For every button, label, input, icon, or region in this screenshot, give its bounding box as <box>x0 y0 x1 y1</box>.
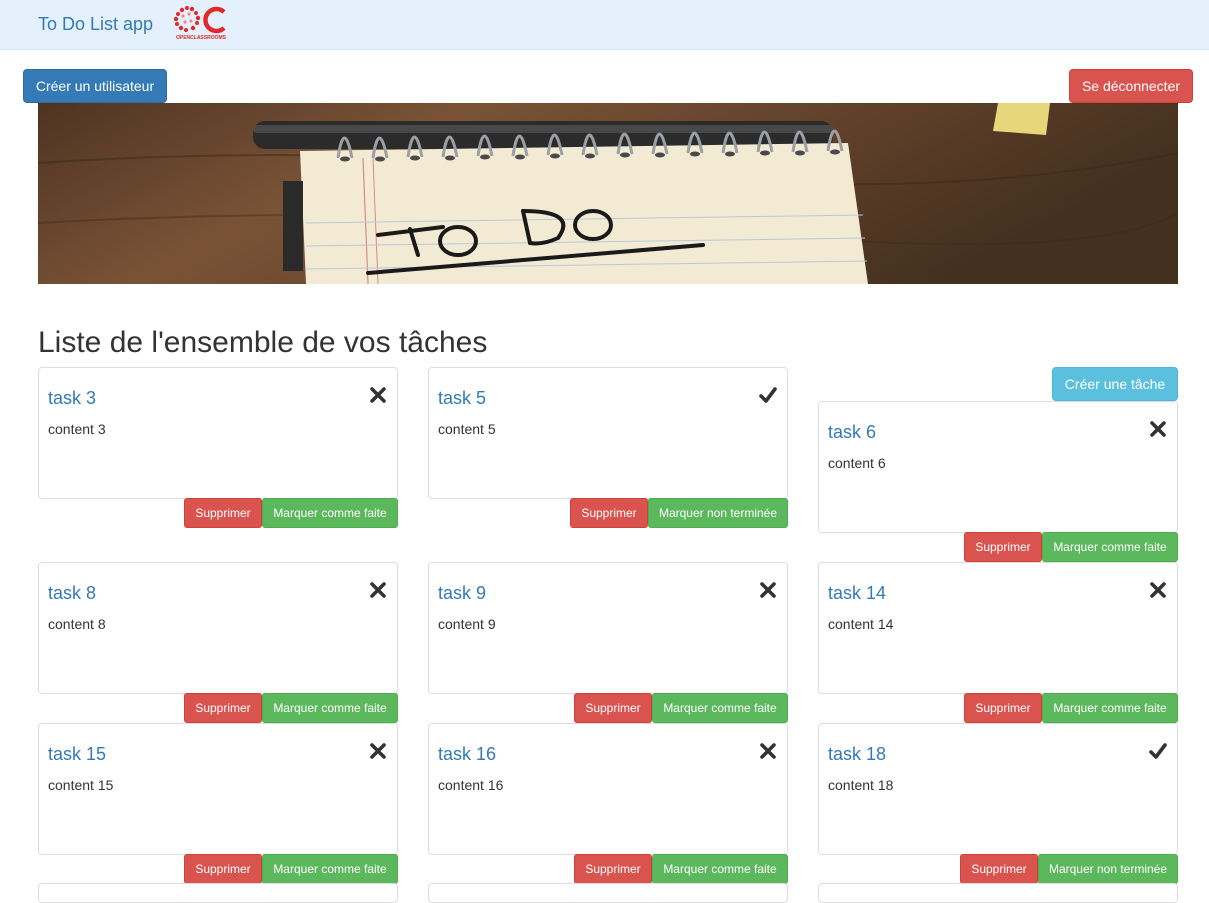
todo-notepad-illustration <box>38 103 1178 284</box>
task-content: content 6 <box>828 455 886 471</box>
task-content: content 18 <box>828 777 894 793</box>
create-task-button[interactable]: Créer une tâche <box>1052 367 1178 401</box>
delete-task-button[interactable]: Supprimer <box>184 854 262 884</box>
task-content: content 5 <box>438 421 496 437</box>
svg-text:OPENCLASSROOMS: OPENCLASSROOMS <box>176 35 227 41</box>
toggle-task-button[interactable]: Marquer comme faite <box>652 854 788 884</box>
task-title-link[interactable]: task 15 <box>48 744 106 765</box>
task-card: task 6 content 6 <box>818 401 1178 533</box>
not-done-x-icon <box>760 582 776 598</box>
logout-button[interactable]: Se déconnecter <box>1069 69 1193 103</box>
task-card: task 9 content 9 <box>428 562 788 694</box>
task-title-link[interactable]: task 8 <box>48 583 96 604</box>
toggle-task-button[interactable]: Marquer comme faite <box>262 854 398 884</box>
not-done-x-icon <box>370 582 386 598</box>
done-check-icon <box>759 387 777 403</box>
task-card-partial <box>818 883 1178 903</box>
delete-task-button[interactable]: Supprimer <box>184 693 262 723</box>
delete-task-button[interactable]: Supprimer <box>960 854 1038 884</box>
task-content: content 3 <box>48 421 106 437</box>
task-card: task 8 content 8 <box>38 562 398 694</box>
create-user-button[interactable]: Créer un utilisateur <box>23 69 167 103</box>
page-title: Liste de l'ensemble de vos tâches <box>38 326 488 359</box>
task-title-link[interactable]: task 18 <box>828 744 886 765</box>
openclassrooms-logo[interactable]: OPENCLASSROOMS <box>172 2 230 42</box>
task-card: task 16 content 16 <box>428 723 788 855</box>
task-content: content 9 <box>438 616 496 632</box>
delete-task-button[interactable]: Supprimer <box>964 693 1042 723</box>
task-card: task 5 content 5 <box>428 367 788 499</box>
task-title-link[interactable]: task 14 <box>828 583 886 604</box>
task-title-link[interactable]: task 5 <box>438 388 486 409</box>
task-title-link[interactable]: task 6 <box>828 422 876 443</box>
toggle-task-button[interactable]: Marquer comme faite <box>262 498 398 528</box>
delete-task-button[interactable]: Supprimer <box>964 532 1042 562</box>
done-check-icon <box>1149 743 1167 759</box>
delete-task-button[interactable]: Supprimer <box>574 693 652 723</box>
toggle-task-button[interactable]: Marquer comme faite <box>652 693 788 723</box>
toggle-task-button[interactable]: Marquer comme faite <box>262 693 398 723</box>
task-content: content 8 <box>48 616 106 632</box>
task-content: content 14 <box>828 616 894 632</box>
delete-task-button[interactable]: Supprimer <box>184 498 262 528</box>
task-card: task 18 content 18 <box>818 723 1178 855</box>
navbar: To Do List app OPENCLASSROOMS <box>0 0 1209 50</box>
not-done-x-icon <box>760 743 776 759</box>
delete-task-button[interactable]: Supprimer <box>570 498 648 528</box>
toggle-task-button[interactable]: Marquer non terminée <box>648 498 788 528</box>
task-card: task 15 content 15 <box>38 723 398 855</box>
task-content: content 16 <box>438 777 504 793</box>
task-content: content 15 <box>48 777 114 793</box>
task-title-link[interactable]: task 16 <box>438 744 496 765</box>
not-done-x-icon <box>370 743 386 759</box>
task-card-partial <box>428 883 788 903</box>
hero-image <box>38 103 1178 284</box>
toggle-task-button[interactable]: Marquer comme faite <box>1042 693 1178 723</box>
not-done-x-icon <box>1150 421 1166 437</box>
brand-link[interactable]: To Do List app <box>38 14 153 35</box>
task-card: task 14 content 14 <box>818 562 1178 694</box>
task-card: task 3 content 3 <box>38 367 398 499</box>
task-card-partial <box>38 883 398 903</box>
task-title-link[interactable]: task 3 <box>48 388 96 409</box>
task-title-link[interactable]: task 9 <box>438 583 486 604</box>
not-done-x-icon <box>370 387 386 403</box>
toggle-task-button[interactable]: Marquer comme faite <box>1042 532 1178 562</box>
not-done-x-icon <box>1150 582 1166 598</box>
toggle-task-button[interactable]: Marquer non terminée <box>1038 854 1178 884</box>
delete-task-button[interactable]: Supprimer <box>574 854 652 884</box>
